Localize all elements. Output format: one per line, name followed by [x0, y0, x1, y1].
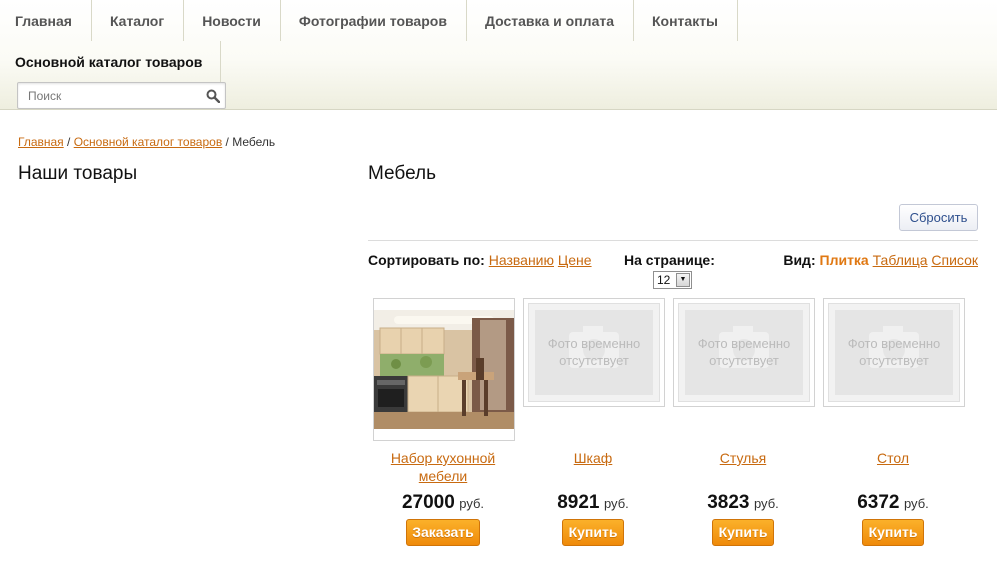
per-page-label: На странице:: [624, 252, 715, 268]
sort-label: Сортировать по:: [368, 252, 485, 268]
view-table-link[interactable]: Таблица: [873, 252, 928, 268]
per-page-select[interactable]: 12 ▼: [653, 271, 692, 289]
price-currency: руб.: [903, 496, 929, 511]
product-image[interactable]: [373, 298, 515, 441]
sort-bar: Сортировать по: Названию Цене: [368, 252, 592, 268]
main-menu: Главная Каталог Новости Фотографии товар…: [0, 0, 739, 41]
sort-by-price-link[interactable]: Цене: [558, 252, 592, 268]
view-list-link[interactable]: Список: [931, 252, 978, 268]
no-photo-text: Фото временно отсутствует: [547, 336, 641, 368]
sidebar-title: Наши товары: [18, 163, 138, 184]
no-photo-placeholder: Фото временно отсутствует: [678, 303, 810, 402]
price-value: 3823: [707, 492, 750, 513]
product-image[interactable]: Фото временно отсутствует: [523, 298, 665, 407]
menu-item-main-catalog[interactable]: Основной каталог товаров: [15, 54, 202, 70]
top-navigation: Главная Каталог Новости Фотографии товар…: [0, 0, 997, 110]
menu-item-catalog[interactable]: Каталог: [92, 0, 185, 41]
chevron-down-icon[interactable]: ▼: [676, 273, 690, 287]
product-price: 8921 руб.: [518, 492, 668, 514]
product-price: 6372 руб.: [818, 492, 968, 514]
product-image[interactable]: Фото временно отсутствует: [673, 298, 815, 407]
product-price: 27000 руб.: [368, 492, 518, 514]
search-icon[interactable]: [206, 89, 220, 103]
price-value: 6372: [857, 492, 900, 513]
breadcrumb: Главная / Основной каталог товаров / Меб…: [18, 135, 275, 149]
breadcrumb-home-link[interactable]: Главная: [18, 135, 64, 149]
menu-item-home[interactable]: Главная: [0, 0, 92, 41]
page-title: Мебель: [368, 163, 436, 184]
breadcrumb-separator: /: [63, 135, 74, 149]
product-image[interactable]: Фото временно отсутствует: [823, 298, 965, 407]
catalog-menu: Основной каталог товаров: [0, 41, 226, 110]
menu-item-product-photos[interactable]: Фотографии товаров: [281, 0, 467, 41]
kitchen-photo: [374, 310, 514, 429]
menu-item-delivery[interactable]: Доставка и оплата: [467, 0, 634, 41]
no-photo-text: Фото временно отсутствует: [847, 336, 941, 368]
view-switcher: Вид: Плитка Таблица Список: [783, 252, 978, 268]
view-tile-option[interactable]: Плитка: [820, 252, 869, 268]
divider: [368, 240, 978, 241]
price-currency: руб.: [753, 496, 779, 511]
per-page-value: 12: [657, 273, 671, 287]
product-name-link[interactable]: Стулья: [668, 449, 818, 467]
breadcrumb-separator: /: [222, 135, 233, 149]
view-label: Вид:: [783, 252, 816, 268]
no-photo-placeholder: Фото временно отсутствует: [828, 303, 960, 402]
product-price: 3823 руб.: [668, 492, 818, 514]
reset-button[interactable]: Сбросить: [899, 204, 978, 231]
menu-item-contacts[interactable]: Контакты: [634, 0, 739, 41]
menu-item-news[interactable]: Новости: [184, 0, 281, 41]
price-value: 27000: [401, 492, 455, 513]
product-name-link[interactable]: Набор кухонной мебели: [368, 449, 518, 485]
buy-button[interactable]: Купить: [562, 519, 624, 546]
search-box: [17, 82, 226, 109]
order-button[interactable]: Заказать: [406, 519, 480, 546]
price-currency: руб.: [459, 496, 485, 511]
no-photo-text: Фото временно отсутствует: [697, 336, 791, 368]
breadcrumb-current: Мебель: [232, 135, 276, 149]
buy-button[interactable]: Купить: [862, 519, 924, 546]
sort-by-name-link[interactable]: Названию: [489, 252, 554, 268]
search-input[interactable]: [18, 83, 203, 108]
product-name-link[interactable]: Стол: [818, 449, 968, 467]
price-currency: руб.: [603, 496, 629, 511]
product-name-link[interactable]: Шкаф: [518, 449, 668, 467]
price-value: 8921: [557, 492, 600, 513]
breadcrumb-catalog-link[interactable]: Основной каталог товаров: [74, 135, 223, 149]
buy-button[interactable]: Купить: [712, 519, 774, 546]
no-photo-placeholder: Фото временно отсутствует: [528, 303, 660, 402]
